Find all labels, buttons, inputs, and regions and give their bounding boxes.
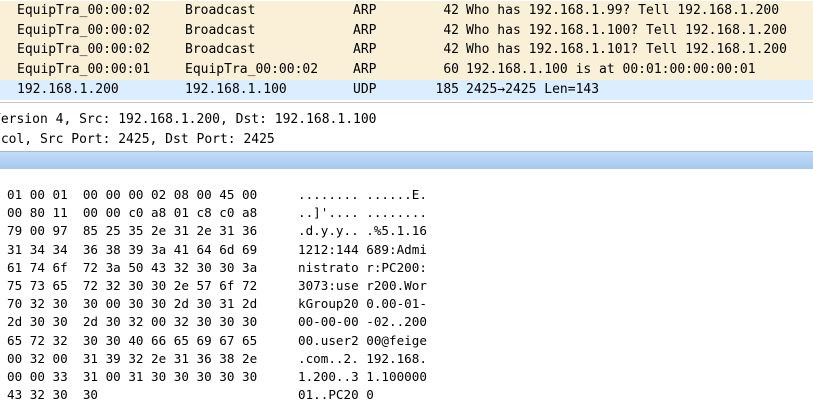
hex-row[interactable]: 61 74 6f 72 3a 50 43 32 30 30 3a: [7, 259, 257, 277]
selected-detail-bar[interactable]: [0, 151, 813, 170]
packet-destination-cell: Broadcast: [185, 23, 256, 38]
hex-row[interactable]: 00 00 33 31 00 31 30 30 30 30 30: [7, 368, 257, 386]
packet-destination-cell: Broadcast: [185, 3, 256, 18]
packet-protocol-cell: ARP: [353, 62, 377, 77]
packet-protocol-cell: UDP: [353, 82, 377, 97]
packet-info-cell: Who has 192.168.1.101? Tell 192.168.1.20…: [466, 42, 787, 57]
hex-row[interactable]: 01 00 01 00 00 00 02 08 00 45 00: [7, 186, 257, 204]
packet-info-cell: Who has 192.168.1.100? Tell 192.168.1.20…: [466, 23, 787, 38]
ascii-row[interactable]: 00-00-00 -02..200: [298, 313, 427, 331]
packet-source-cell: EquipTra_00:00:02: [17, 42, 151, 57]
packet-protocol-cell: ARP: [353, 3, 377, 18]
ascii-row[interactable]: 00.user2 00@feige: [298, 332, 427, 350]
ascii-row[interactable]: nistrato r:PC200:: [298, 259, 427, 277]
hex-row[interactable]: 00 80 11 00 00 c0 a8 01 c8 c0 a8: [7, 204, 257, 222]
ascii-row[interactable]: 1212:144 689:Admi: [298, 241, 427, 259]
packet-length-cell: 60: [443, 62, 459, 77]
packet-length-cell: 185: [435, 82, 459, 97]
hex-row[interactable]: 00 32 00 31 39 32 2e 31 36 38 2e: [7, 350, 257, 368]
packet-row[interactable]: EquipTra_00:00:01 EquipTra_00:00:02 ARP 60 1…: [0, 60, 813, 80]
packet-protocol-cell: ARP: [353, 42, 377, 57]
ascii-row[interactable]: 3073:use r200.Wor: [298, 277, 427, 295]
packet-details-pane[interactable]: Version 4, Src: 192.168.1.200, Dst: 192.…: [0, 107, 813, 150]
hex-row[interactable]: 70 32 30 30 00 30 30 2d 30 31 2d: [7, 295, 257, 313]
packet-protocol-cell: ARP: [353, 23, 377, 38]
packet-bytes-pane[interactable]: 01 00 01 00 00 00 02 08 00 45 00 00 80 11…: [0, 169, 813, 409]
pane-separator[interactable]: [0, 102, 813, 103]
packet-source-cell: EquipTra_00:00:01: [17, 62, 151, 77]
packet-row[interactable]: EquipTra_00:00:02 Broadcast ARP 42 Who has 1…: [0, 21, 813, 41]
packet-source-cell: EquipTra_00:00:02: [17, 3, 151, 18]
packet-destination-cell: Broadcast: [185, 42, 256, 57]
packet-list-pane[interactable]: EquipTra_00:00:02 Broadcast ARP 42 Who has 1…: [0, 0, 813, 102]
packet-destination-cell: EquipTra_00:00:02: [185, 62, 319, 77]
packet-row[interactable]: EquipTra_00:00:02 Broadcast ARP 42 Who has 1…: [0, 1, 813, 21]
packet-source-cell: 192.168.1.200: [17, 82, 119, 97]
hex-row[interactable]: 43 32 30 30: [7, 386, 98, 404]
ascii-row[interactable]: 1.200..3 1.100000: [298, 368, 427, 386]
ascii-row[interactable]: ........ ......E.: [298, 186, 427, 204]
packet-length-cell: 42: [443, 3, 459, 18]
detail-ip-line[interactable]: Version 4, Src: 192.168.1.200, Dst: 192.…: [0, 110, 377, 130]
packet-row[interactable]: EquipTra_00:00:02 Broadcast ARP 42 Who has 1…: [0, 40, 813, 60]
ascii-row[interactable]: ..]'.... ........: [298, 204, 427, 222]
ascii-row[interactable]: kGroup20 0.00-01-: [298, 295, 427, 313]
packet-length-cell: 42: [443, 23, 459, 38]
hex-row[interactable]: 2d 30 30 2d 30 32 00 32 30 30 30: [7, 313, 257, 331]
packet-source-cell: EquipTra_00:00:02: [17, 23, 151, 38]
hex-row[interactable]: 75 73 65 72 32 30 30 2e 57 6f 72: [7, 277, 257, 295]
hex-row[interactable]: 31 34 34 36 38 39 3a 41 64 6d 69: [7, 241, 257, 259]
packet-info-cell: 192.168.1.100 is at 00:01:00:00:00:01: [466, 62, 756, 77]
ascii-row[interactable]: .d.y.y.. .%5.1.16: [298, 222, 427, 240]
ascii-row[interactable]: .com..2. 192.168.: [298, 350, 427, 368]
hex-row[interactable]: 65 72 32 30 30 40 66 65 69 67 65: [7, 332, 257, 350]
packet-info-cell: 2425→2425 Len=143: [466, 82, 600, 97]
detail-udp-line[interactable]: ocol, Src Port: 2425, Dst Port: 2425: [0, 130, 275, 150]
packet-length-cell: 42: [443, 42, 459, 57]
packet-row[interactable]: 192.168.1.200 192.168.1.100 UDP 185 2425→242…: [0, 80, 813, 100]
hex-row[interactable]: 79 00 97 85 25 35 2e 31 2e 31 36: [7, 222, 257, 240]
packet-info-cell: Who has 192.168.1.99? Tell 192.168.1.200: [466, 3, 780, 18]
packet-destination-cell: 192.168.1.100: [185, 82, 287, 97]
ascii-row[interactable]: 01..PC20 0: [298, 386, 374, 404]
